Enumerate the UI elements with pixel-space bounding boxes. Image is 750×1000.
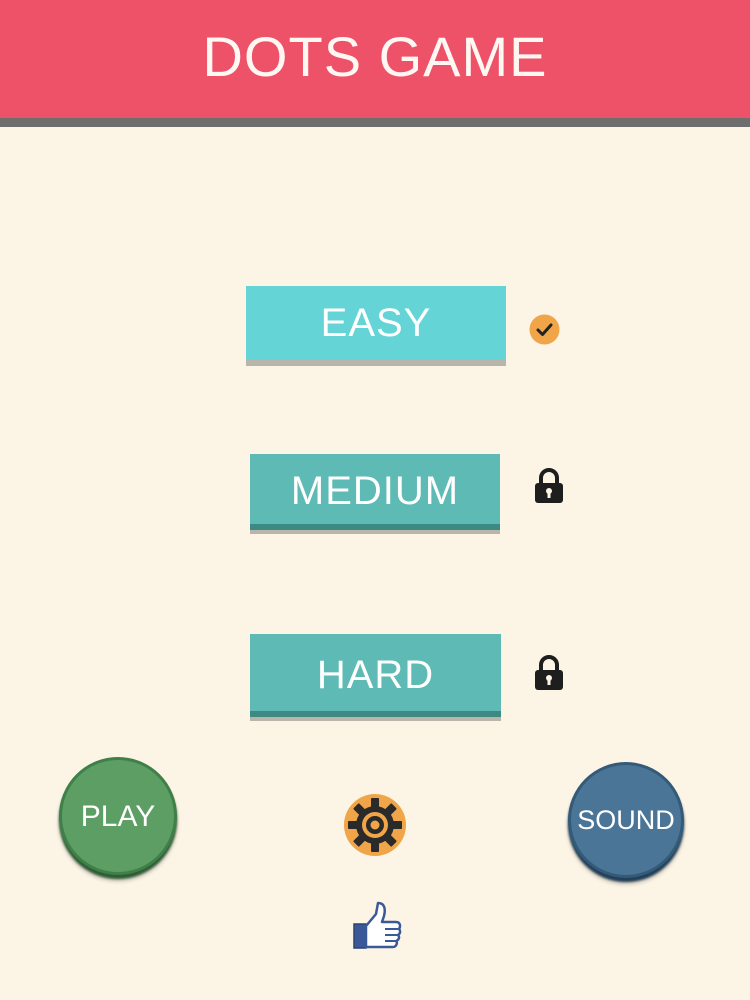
- header-bar: DOTS GAME: [0, 0, 750, 127]
- easy-level-label: EASY: [320, 301, 432, 345]
- check-icon: [529, 314, 560, 345]
- lock-icon: [534, 655, 564, 691]
- hard-level-label: HARD: [316, 653, 435, 697]
- like-button[interactable]: [351, 900, 403, 952]
- thumbs-up-icon: [353, 901, 402, 949]
- easy-level-button[interactable]: EASY: [246, 286, 506, 366]
- medium-level-label: MEDIUM: [290, 469, 460, 513]
- lock-icon: [534, 468, 564, 504]
- medium-level-button[interactable]: MEDIUM: [250, 454, 500, 530]
- sound-button-label: SOUND: [577, 805, 675, 835]
- play-button[interactable]: PLAY: [59, 757, 177, 875]
- play-button-label: PLAY: [80, 800, 156, 833]
- gear-icon: [344, 794, 406, 856]
- sound-button[interactable]: SOUND: [568, 762, 684, 878]
- settings-button[interactable]: [343, 793, 407, 857]
- game-title: DOTS GAME: [202, 25, 548, 88]
- hard-level-button[interactable]: HARD: [250, 634, 501, 717]
